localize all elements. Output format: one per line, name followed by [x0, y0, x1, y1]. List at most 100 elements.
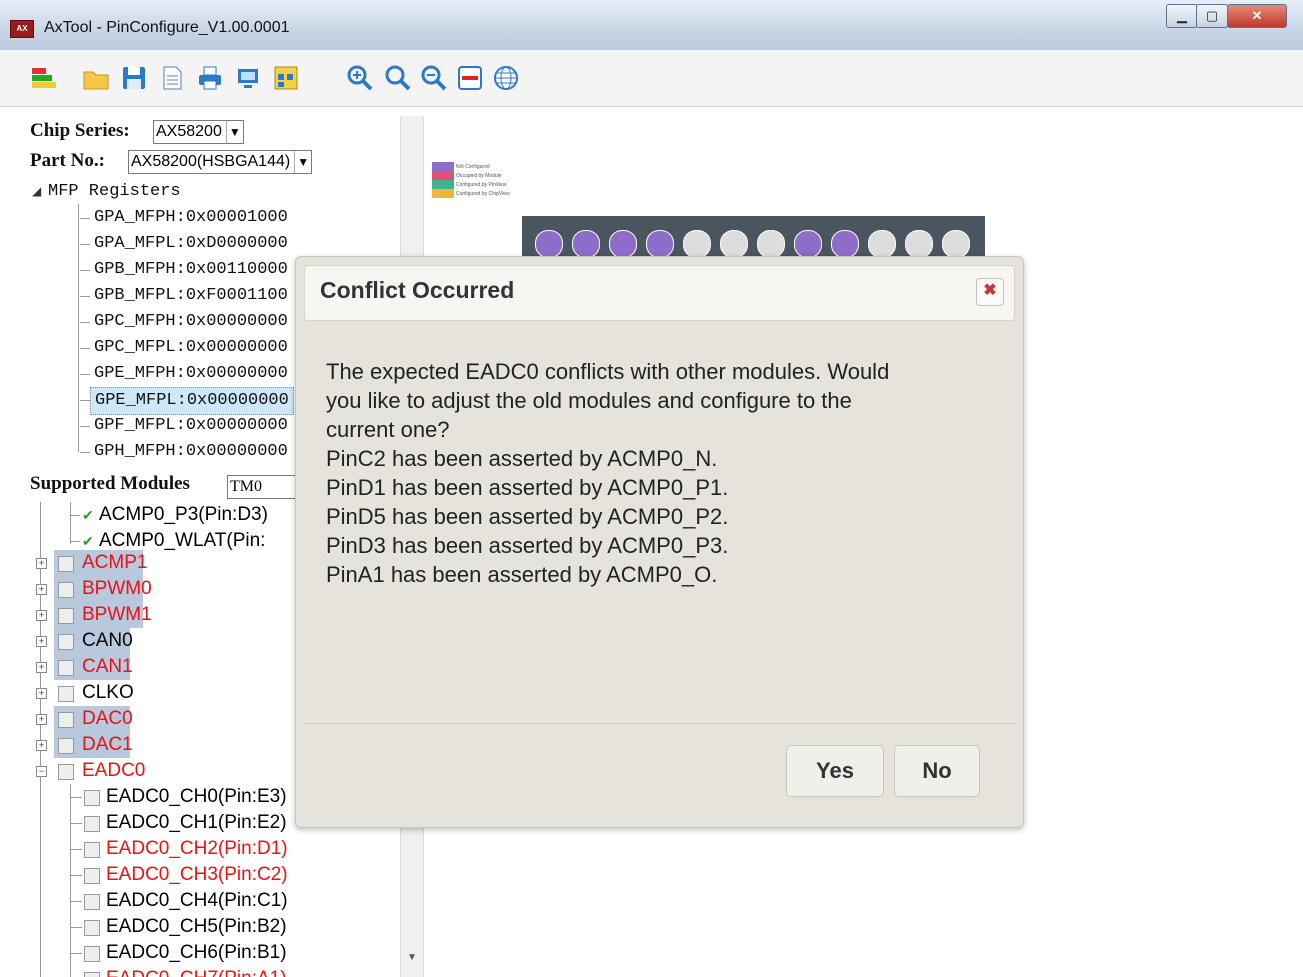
pin-circle[interactable]	[868, 230, 896, 258]
pin-circle[interactable]	[905, 230, 933, 258]
module-item[interactable]: CLKO	[82, 680, 134, 706]
module-checkbox[interactable]	[58, 608, 74, 624]
register-item[interactable]: GPB_MFPL:0xF0001100	[94, 283, 288, 309]
channel-item[interactable]: EADC0_CH3(Pin:C2)	[106, 862, 288, 888]
register-item[interactable]: GPE_MFPL:0x00000000	[90, 387, 294, 415]
tree-line	[70, 823, 82, 824]
close-icon[interactable]: ✖	[976, 278, 1004, 306]
channel-item[interactable]: EADC0_CH6(Pin:B1)	[106, 940, 287, 966]
zoom-in-icon[interactable]	[346, 64, 374, 92]
module-checkbox[interactable]	[58, 738, 74, 754]
channel-checkbox[interactable]	[84, 816, 100, 832]
pin-circle[interactable]	[683, 230, 711, 258]
save-icon[interactable]	[120, 64, 148, 92]
module-checkbox[interactable]	[58, 582, 74, 598]
expand-icon[interactable]: +	[36, 610, 47, 621]
tree-line	[70, 927, 82, 928]
minimize-panel-icon[interactable]	[456, 64, 484, 92]
channel-checkbox[interactable]	[84, 842, 100, 858]
register-item[interactable]: GPA_MFPH:0x00001000	[94, 205, 288, 231]
register-item[interactable]: GPE_MFPH:0x00000000	[94, 361, 288, 387]
tree-expand-icon[interactable]: ◢	[32, 184, 41, 198]
report-icon[interactable]	[272, 64, 300, 92]
pin-circle[interactable]	[794, 230, 822, 258]
register-item[interactable]: GPC_MFPL:0x00000000	[94, 335, 288, 361]
module-item[interactable]: BPWM0	[82, 576, 152, 602]
zoom-reset-icon[interactable]	[384, 64, 412, 92]
expand-icon[interactable]: +	[36, 636, 47, 647]
module-item[interactable]: DAC1	[82, 732, 133, 758]
pin-circle[interactable]	[572, 230, 600, 258]
dialog-message: The expected EADC0 conflicts with other …	[326, 357, 996, 589]
module-checkbox[interactable]	[58, 634, 74, 650]
expand-icon[interactable]: +	[36, 662, 47, 673]
mfp-registers-node[interactable]: MFP Registers	[48, 179, 181, 205]
legend-swatch	[432, 180, 454, 189]
register-item[interactable]: GPA_MFPL:0xD0000000	[94, 231, 288, 257]
dialog-title: Conflict Occurred	[320, 277, 515, 303]
minimize-button[interactable]: ▁	[1166, 4, 1198, 28]
pin-circle[interactable]	[757, 230, 785, 258]
module-child-item[interactable]: ACMP0_P3(Pin:D3)	[99, 502, 309, 528]
expand-icon[interactable]: +	[36, 584, 47, 595]
module-item[interactable]: CAN1	[82, 654, 133, 680]
module-checkbox[interactable]	[58, 764, 74, 780]
module-checkbox[interactable]	[58, 556, 74, 572]
module-checkbox[interactable]	[58, 660, 74, 676]
pin-circle[interactable]	[609, 230, 637, 258]
pin-circle[interactable]	[535, 230, 563, 258]
no-button[interactable]: No	[894, 745, 980, 797]
globe-icon[interactable]	[492, 64, 520, 92]
chip-series-select[interactable]: AX58200 ▼	[153, 120, 244, 144]
expand-icon[interactable]: +	[36, 688, 47, 699]
tree-line	[70, 541, 80, 542]
channel-checkbox[interactable]	[84, 868, 100, 884]
legend-entry: Configured by ChipView	[432, 189, 510, 198]
channel-item[interactable]: EADC0_CH1(Pin:E2)	[106, 810, 287, 836]
zoom-out-icon[interactable]	[420, 64, 448, 92]
expand-icon[interactable]: +	[36, 740, 47, 751]
channel-item[interactable]: EADC0_CH7(Pin:A1)	[106, 966, 287, 977]
module-checkbox[interactable]	[58, 686, 74, 702]
chip-series-label: Chip Series:	[30, 120, 130, 141]
maximize-button[interactable]: ▢	[1196, 4, 1228, 28]
document-icon[interactable]	[158, 64, 186, 92]
pin-circle[interactable]	[942, 230, 970, 258]
collapse-icon[interactable]: −	[36, 766, 47, 777]
channel-checkbox[interactable]	[84, 894, 100, 910]
register-item[interactable]: GPF_MFPL:0x00000000	[94, 413, 288, 439]
register-item[interactable]: GPB_MFPH:0x00110000	[94, 257, 288, 283]
module-item[interactable]: DAC0	[82, 706, 133, 732]
module-checkbox[interactable]	[58, 712, 74, 728]
register-item[interactable]: GPC_MFPH:0x00000000	[94, 309, 288, 335]
channel-item[interactable]: EADC0_CH5(Pin:B2)	[106, 914, 287, 940]
scroll-down-icon[interactable]: ▼	[407, 952, 417, 963]
chevron-down-icon: ▼	[294, 151, 309, 173]
channel-item[interactable]: EADC0_CH2(Pin:D1)	[106, 836, 288, 862]
channel-item[interactable]: EADC0_CH4(Pin:C1)	[106, 888, 288, 914]
close-window-button[interactable]: ✕	[1227, 4, 1287, 28]
module-item[interactable]: CAN0	[82, 628, 133, 654]
yes-button[interactable]: Yes	[786, 745, 884, 797]
pin-circle[interactable]	[646, 230, 674, 258]
module-item[interactable]: EADC0	[82, 758, 145, 784]
open-folder-icon[interactable]	[82, 64, 110, 92]
channel-checkbox[interactable]	[84, 946, 100, 962]
print-icon[interactable]	[196, 64, 224, 92]
expand-icon[interactable]: +	[36, 714, 47, 725]
monitor-icon[interactable]	[234, 64, 262, 92]
checkmark-icon[interactable]: ✔	[82, 508, 94, 522]
module-item[interactable]: BPWM1	[82, 602, 152, 628]
part-no-select[interactable]: AX58200(HSBGA144) ▼	[128, 150, 313, 174]
checkmark-icon[interactable]: ✔	[82, 534, 94, 548]
bar-chart-icon[interactable]	[30, 64, 58, 92]
module-item[interactable]: ACMP1	[82, 550, 147, 576]
channel-item[interactable]: EADC0_CH0(Pin:E3)	[106, 784, 287, 810]
pin-circle[interactable]	[831, 230, 859, 258]
pin-circle[interactable]	[720, 230, 748, 258]
channel-checkbox[interactable]	[84, 972, 100, 977]
channel-checkbox[interactable]	[84, 920, 100, 936]
register-item[interactable]: GPH_MFPH:0x00000000	[94, 439, 288, 465]
expand-icon[interactable]: +	[36, 558, 47, 569]
channel-checkbox[interactable]	[84, 790, 100, 806]
